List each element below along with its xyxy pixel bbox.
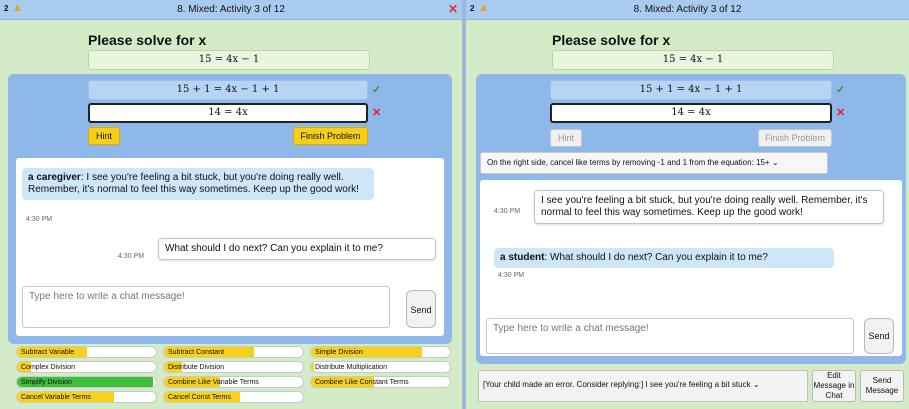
step-row[interactable]: 15 + 1 = 4x − 1 + 1 [88, 80, 368, 100]
chat-message: I see you're feeling a bit stuck, but yo… [534, 190, 884, 224]
send-button[interactable]: Send [864, 318, 894, 354]
workspace: 15 + 1 = 4x − 1 + 1 ✓ 14 = 4x ✕ Hint Fin… [8, 74, 452, 344]
right-titlebar: 2 ▲ 8. Mixed: Activity 3 of 12 [466, 0, 909, 20]
current-step-input[interactable]: 14 = 4x [550, 103, 832, 123]
finish-problem-button[interactable]: Finish Problem [758, 129, 832, 147]
chat-message: a caregiver: I see you're feeling a bit … [22, 168, 374, 200]
error-icon: ✕ [836, 107, 846, 119]
current-step-input[interactable]: 14 = 4x [88, 103, 368, 123]
skill-bar-label: Distribute Multiplication [315, 364, 387, 371]
workspace: 15 + 1 = 4x − 1 + 1 ✓ 14 = 4x ✕ Hint Fin… [476, 74, 906, 364]
skill-bar-label: Complex Division [21, 364, 76, 371]
chat-panel: a caregiver: I see you're feeling a bit … [16, 158, 444, 336]
sender-name: a student [500, 252, 545, 263]
skill-bar-label: Combine Like Constant Terms [315, 379, 409, 386]
problem-heading: Please solve for x [88, 32, 207, 48]
chat-panel: 4:30 PM I see you're feeling a bit stuck… [480, 180, 902, 356]
hint-button[interactable]: Hint [550, 129, 582, 147]
error-icon: ✕ [372, 107, 382, 119]
activity-title: 8. Mixed: Activity 3 of 12 [177, 4, 285, 15]
timestamp: 4:30 PM [498, 272, 525, 279]
skill-bar-label: Cancel Variable Terms [21, 394, 91, 401]
skill-bar-label: Combine Like Variable Terms [168, 379, 259, 386]
skill-bar: Combine Like Variable Terms [163, 376, 304, 388]
finish-problem-button[interactable]: Finish Problem [293, 127, 368, 145]
problem-heading: Please solve for x [552, 32, 671, 48]
skill-bar-label: Subtract Variable [21, 349, 75, 356]
check-icon: ✓ [836, 84, 846, 96]
activity-title: 8. Mixed: Activity 3 of 12 [633, 4, 742, 15]
send-button[interactable]: Send [406, 290, 436, 328]
skill-bar: Combine Like Constant Terms [310, 376, 451, 388]
chat-message: a student: What should I do next? Can yo… [494, 248, 834, 268]
sender-name: a caregiver [28, 172, 81, 183]
skill-bar: Subtract Constant [163, 346, 304, 358]
chat-input[interactable]: Type here to write a chat message! [22, 286, 390, 328]
skill-bar: Distribute Division [163, 361, 304, 373]
problem-equation: 15 = 4x − 1 [88, 50, 370, 70]
skill-bar: Distribute Multiplication [310, 361, 451, 373]
chat-input[interactable]: Type here to write a chat message! [486, 318, 854, 354]
skill-bar: Cancel Variable Terms [16, 391, 157, 403]
problem-equation: 15 = 4x − 1 [552, 50, 834, 70]
skill-bar-fill [311, 362, 314, 372]
send-message-button[interactable]: Send Message [860, 370, 904, 402]
skill-bar: Cancel Const Terms [163, 391, 304, 403]
skill-bar: Subtract Variable [16, 346, 157, 358]
left-pane: 2 ▲ 8. Mixed: Activity 3 of 12 ✕ Please … [0, 0, 462, 409]
timestamp: 4:30 PM [118, 253, 145, 260]
skill-bar: Simplify Division [16, 376, 157, 388]
suggested-reply-dropdown[interactable]: [Your child made an error. Consider repl… [478, 370, 808, 402]
skill-bar: Complex Division [16, 361, 157, 373]
hint-button[interactable]: Hint [88, 127, 120, 145]
skill-bar-label: Cancel Const Terms [168, 394, 231, 401]
timestamp: 4:30 PM [26, 216, 53, 223]
left-titlebar: 2 ▲ 8. Mixed: Activity 3 of 12 ✕ [0, 0, 462, 20]
timestamp: 4:30 PM [494, 208, 521, 215]
skill-bar-label: Simple Division [315, 349, 363, 356]
chat-message: What should I do next? Can you explain i… [158, 238, 436, 260]
skill-bar: Simple Division [310, 346, 451, 358]
check-icon: ✓ [372, 84, 382, 96]
hint-dropdown[interactable]: On the right side, cancel like terms by … [480, 152, 828, 174]
message-text: : What should I do next? Can you explain… [544, 252, 768, 263]
skill-bar-label: Subtract Constant [168, 349, 225, 356]
right-pane: 2 ▲ 8. Mixed: Activity 3 of 12 Please so… [466, 0, 909, 409]
skill-bar-label: Simplify Division [21, 379, 72, 386]
close-icon[interactable]: ✕ [448, 2, 458, 16]
step-row[interactable]: 15 + 1 = 4x − 1 + 1 [550, 80, 832, 100]
skill-bar-label: Distribute Division [168, 364, 225, 371]
edit-message-button[interactable]: Edit Message in Chat [812, 370, 856, 402]
